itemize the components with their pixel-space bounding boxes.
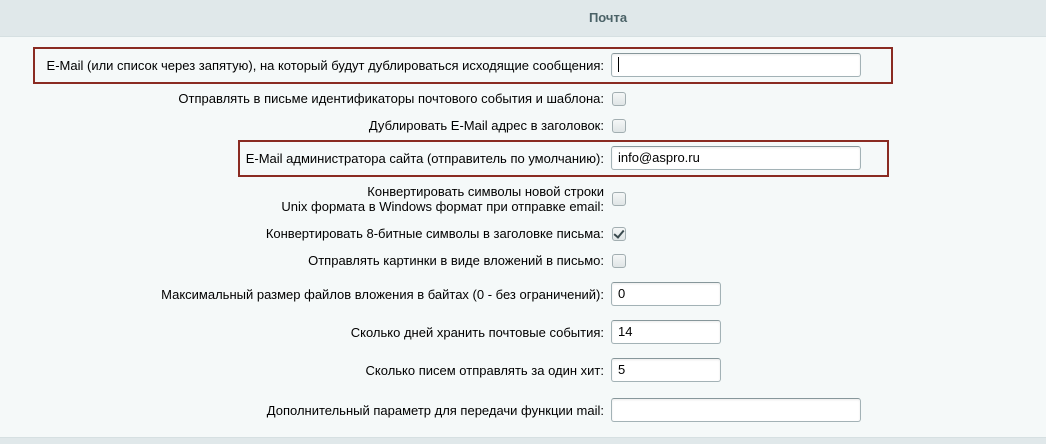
convert-8bit-checkbox[interactable] (612, 227, 626, 241)
send-event-ids-checkbox[interactable] (612, 92, 626, 106)
duplicate-email-input[interactable] (611, 53, 861, 77)
send-event-ids-label: Отправлять в письме идентификаторы почто… (178, 91, 604, 106)
convert-8bit-label: Конвертировать 8-битные символы в заголо… (265, 226, 604, 241)
convert-newlines-checkbox[interactable] (612, 192, 626, 206)
mail-extra-param-input[interactable] (611, 398, 861, 422)
emails-per-hit-value: 5 (618, 362, 626, 377)
images-as-attachments-label: Отправлять картинки в виде вложений в пи… (308, 253, 604, 268)
max-attachment-size-label: Максимальный размер файлов вложения в ба… (161, 287, 604, 302)
keep-events-days-label: Сколько дней хранить почтовые события: (350, 325, 604, 340)
admin-email-label: E-Mail администратора сайта (отправитель… (245, 151, 604, 166)
max-attachment-size-value: 0 (618, 286, 626, 301)
mail-extra-param-label: Дополнительный параметр для передачи фун… (266, 403, 604, 418)
admin-email-input[interactable]: info@aspro.ru (611, 146, 861, 170)
images-as-attachments-checkbox[interactable] (612, 254, 626, 268)
footer-strip (0, 438, 1046, 444)
admin-email-value: info@aspro.ru (618, 150, 700, 165)
emails-per-hit-input[interactable]: 5 (611, 358, 721, 382)
max-attachment-size-input[interactable]: 0 (611, 282, 721, 306)
text-caret (618, 57, 619, 73)
duplicate-in-header-checkbox[interactable] (612, 119, 626, 133)
convert-newlines-label-line1: Конвертировать символы новой строки (367, 184, 604, 199)
keep-events-days-value: 14 (618, 324, 633, 339)
duplicate-in-header-label: Дублировать E-Mail адрес в заголовок: (368, 118, 604, 133)
duplicate-email-label: E-Mail (или список через запятую), на ко… (46, 58, 604, 73)
convert-newlines-label-line2: Unix формата в Windows формат при отправ… (281, 199, 604, 214)
section-header: Почта (0, 0, 1046, 36)
emails-per-hit-label: Сколько писем отправлять за один хит: (365, 363, 604, 378)
convert-newlines-label: Конвертировать символы новой строки Unix… (281, 184, 604, 214)
keep-events-days-input[interactable]: 14 (611, 320, 721, 344)
section-title: Почта (588, 10, 628, 25)
